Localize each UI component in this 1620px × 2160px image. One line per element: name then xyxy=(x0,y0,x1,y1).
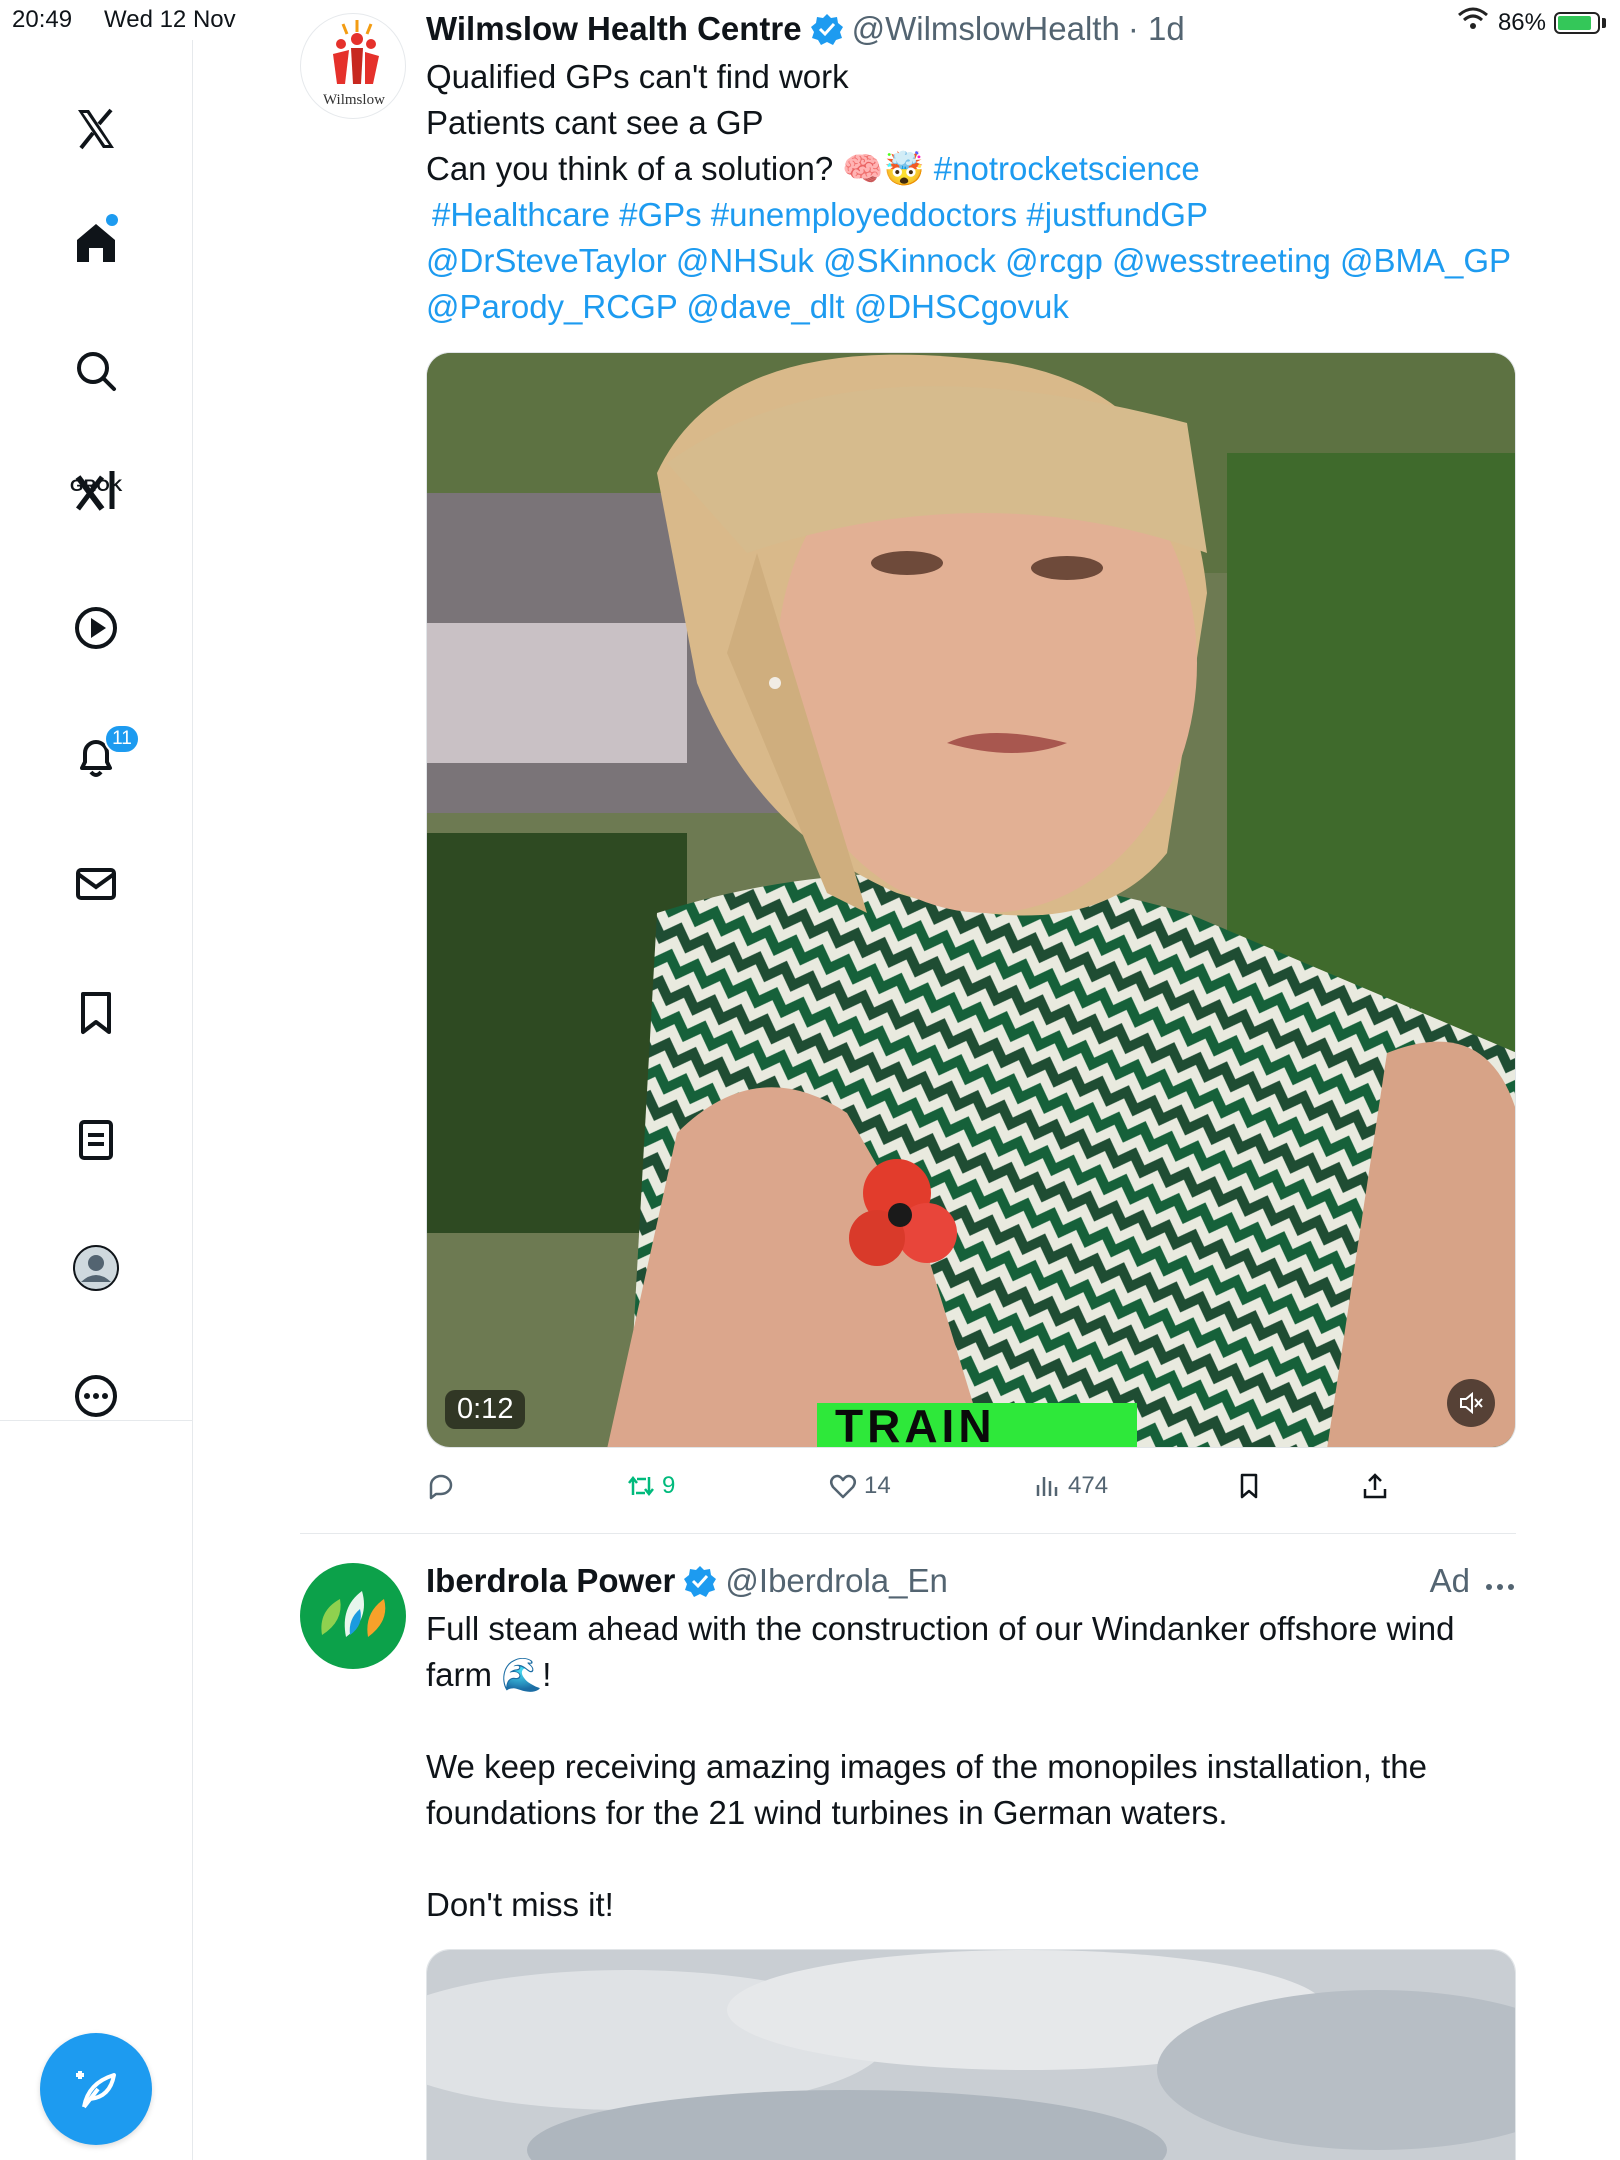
text-line: Can you think of a solution? 🧠🤯 #notrock… xyxy=(426,146,1511,192)
video-frame-image xyxy=(427,353,1515,1447)
status-time: 20:49 xyxy=(12,6,73,33)
reply-button[interactable] xyxy=(426,1471,456,1501)
sidebar: GROK 11 xyxy=(0,40,193,2160)
home-new-dot xyxy=(106,214,118,226)
sidebar-divider xyxy=(0,1420,193,1421)
author-handle[interactable]: @Iberdrola_En xyxy=(725,1562,947,1600)
tweet-header: Iberdrola Power @Iberdrola_En xyxy=(426,1562,948,1600)
views-button[interactable]: 474 xyxy=(1032,1471,1108,1501)
video-player[interactable]: TRAIN 0:12 xyxy=(426,352,1516,1448)
text-line: Don't miss it! xyxy=(426,1886,614,1923)
like-button[interactable]: 14 xyxy=(828,1471,891,1501)
sky-clouds-image xyxy=(427,1950,1515,2160)
ad-image[interactable] xyxy=(426,1949,1516,2160)
repost-button[interactable]: 9 xyxy=(626,1471,675,1501)
home-icon[interactable] xyxy=(56,202,136,282)
battery-tip xyxy=(1602,17,1606,28)
tweet-header: Wilmslow Health Centre @WilmslowHealth ·… xyxy=(426,10,1185,48)
verified-badge-icon xyxy=(810,14,843,45)
iberdrola-logo-icon xyxy=(321,1591,386,1637)
views-chart-icon xyxy=(1036,1477,1058,1496)
author-name[interactable]: Iberdrola Power xyxy=(426,1562,675,1600)
grok-label: GROK xyxy=(70,476,123,495)
search-icon[interactable] xyxy=(56,331,136,411)
ad-label: Ad xyxy=(1429,1562,1470,1599)
tweet-wilmslow[interactable]: Wilmslow Wilmslow Health Centre @Wilmslo… xyxy=(300,10,1516,1530)
mentions-line[interactable]: @DrSteveTaylor @NHSuk @SKinnock @rcgp @w… xyxy=(426,238,1511,284)
reply-icon xyxy=(429,1474,453,1500)
author-handle[interactable]: @WilmslowHealth xyxy=(852,10,1120,48)
compose-feather-icon xyxy=(76,2071,116,2109)
verified-badge-icon xyxy=(684,1566,717,1597)
bookmarks-icon[interactable] xyxy=(56,973,136,1053)
notifications-badge: 11 xyxy=(104,724,140,754)
video-duration: 0:12 xyxy=(445,1390,526,1429)
more-icon[interactable] xyxy=(1484,1562,1516,1600)
view-count: 474 xyxy=(1068,1472,1109,1499)
share-button[interactable] xyxy=(1360,1471,1390,1501)
bookmark-button[interactable] xyxy=(1234,1471,1264,1501)
compose-post-button[interactable] xyxy=(40,2033,152,2145)
x-logo-icon[interactable] xyxy=(56,89,136,169)
video-caption: TRAIN xyxy=(835,1400,996,1448)
ad-indicator: Ad xyxy=(1430,1562,1516,1600)
text-line: Qualified GPs can't find work xyxy=(426,58,849,95)
mute-button[interactable] xyxy=(1447,1379,1495,1427)
tweet-iberdrola-ad[interactable]: Iberdrola Power @Iberdrola_En Ad Full st… xyxy=(300,1562,1516,2160)
bookmark-icon xyxy=(1240,1473,1258,1499)
tweet-actions: 9 14 474 xyxy=(426,1466,1516,1506)
lists-icon[interactable] xyxy=(56,1100,136,1180)
text-line: Patients cant see a GP xyxy=(426,104,764,141)
text-line-content: Can you think of a solution? 🧠🤯 xyxy=(426,150,925,187)
heart-icon xyxy=(830,1474,856,1499)
text-line: foundations for the 21 wind turbines in … xyxy=(426,1794,1228,1831)
text-line: We keep receiving amazing images of the … xyxy=(426,1748,1427,1785)
profile-avatar-icon[interactable] xyxy=(56,1228,136,1308)
tweet-text: Full steam ahead with the construction o… xyxy=(426,1606,1454,1928)
speaker-muted-icon xyxy=(1460,1391,1483,1415)
mentions-line[interactable]: @Parody_RCGP @dave_dlt @DHSCgovuk xyxy=(426,284,1511,330)
hashtag-link[interactable]: #notrocketscience xyxy=(934,150,1200,187)
text-line: farm 🌊! xyxy=(426,1656,552,1693)
author-name[interactable]: Wilmslow Health Centre xyxy=(426,10,802,48)
video-icon[interactable] xyxy=(56,588,136,668)
tweet-divider xyxy=(300,1533,1516,1534)
like-count: 14 xyxy=(864,1472,891,1499)
battery-icon xyxy=(1554,11,1600,34)
tweet-text: Qualified GPs can't find work Patients c… xyxy=(426,54,1511,330)
repost-count: 9 xyxy=(662,1472,676,1499)
repost-icon xyxy=(628,1475,654,1497)
share-icon xyxy=(1363,1473,1387,1499)
more-options-icon[interactable] xyxy=(56,1356,136,1436)
status-date: Wed 12 Nov xyxy=(104,6,236,33)
post-time[interactable]: · 1d xyxy=(1128,10,1185,48)
hashtags-line[interactable]: #Healthcare #GPs #unemployeddoctors #jus… xyxy=(426,192,1511,238)
avatar-text: Wilmslow xyxy=(323,92,385,108)
avatar[interactable] xyxy=(300,1563,406,1669)
text-line: Full steam ahead with the construction o… xyxy=(426,1610,1455,1647)
avatar[interactable]: Wilmslow xyxy=(300,13,406,119)
messages-envelope-icon[interactable] xyxy=(56,844,136,924)
